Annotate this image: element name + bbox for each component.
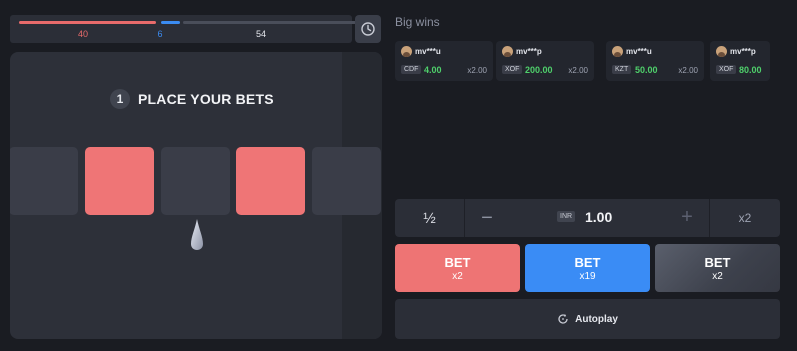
- bet-grey-button[interactable]: BET x2: [655, 244, 780, 292]
- big-win-card: mv***p XOF 80.00: [710, 41, 770, 81]
- big-win-card: mv***p XOF 200.00 x2.00: [496, 41, 594, 81]
- win-username: mv***u: [415, 47, 441, 56]
- win-amount: 4.00: [424, 65, 442, 75]
- round-stats-bar: 40 6 54: [10, 15, 356, 43]
- red-ratio-bar: [19, 21, 156, 24]
- grey-ratio-bar: [183, 21, 356, 24]
- win-username: mv***p: [516, 47, 542, 56]
- blue-ratio-bar: [161, 21, 180, 24]
- phase-indicator: 1 PLACE YOUR BETS: [110, 89, 274, 109]
- win-amount: 200.00: [525, 65, 553, 75]
- history-button[interactable]: [355, 15, 381, 43]
- win-currency: XOF: [502, 65, 523, 74]
- red-count: 40: [77, 29, 89, 39]
- big-win-card: mv***u KZT 50.00 x2.00: [606, 41, 704, 81]
- tile-red: [236, 147, 305, 215]
- bet-button-multiplier: x19: [579, 270, 596, 282]
- win-currency: KZT: [612, 65, 632, 74]
- big-wins-title: Big wins: [395, 15, 440, 29]
- autoplay-label: Autoplay: [575, 313, 618, 325]
- avatar: [401, 46, 412, 57]
- win-username: mv***p: [730, 47, 756, 56]
- phase-number: 1: [110, 89, 130, 109]
- win-multiplier: x2.00: [568, 66, 588, 75]
- avatar: [612, 46, 623, 57]
- pointer-icon: [191, 219, 203, 250]
- game-board: 1 PLACE YOUR BETS: [10, 52, 382, 339]
- win-currency: CDF: [401, 65, 422, 74]
- double-bet-button[interactable]: x2: [709, 199, 780, 237]
- tile-grey: [10, 147, 78, 215]
- autoplay-icon: [558, 314, 568, 324]
- win-username: mv***u: [626, 47, 652, 56]
- bet-blue-button[interactable]: BET x19: [525, 244, 650, 292]
- big-win-card: mv***u CDF 4.00 x2.00: [395, 41, 493, 81]
- grey-count: 54: [255, 29, 267, 39]
- blue-count: 6: [157, 29, 163, 39]
- decrease-bet-button[interactable]: −: [477, 207, 497, 229]
- clock-icon: [361, 22, 375, 36]
- bet-button-label: BET: [574, 254, 601, 270]
- avatar: [502, 46, 513, 57]
- currency-badge: INR: [557, 211, 576, 222]
- bet-button-label: BET: [444, 254, 471, 270]
- bet-button-multiplier: x2: [452, 270, 463, 282]
- bet-red-button[interactable]: BET x2: [395, 244, 520, 292]
- win-multiplier: x2.00: [467, 66, 487, 75]
- win-multiplier: x2.00: [678, 66, 698, 75]
- win-currency: XOF: [716, 65, 737, 74]
- autoplay-button[interactable]: Autoplay: [395, 299, 780, 339]
- win-amount: 50.00: [635, 65, 658, 75]
- tile-red: [85, 147, 154, 215]
- bet-button-label: BET: [704, 254, 731, 270]
- win-amount: 80.00: [739, 65, 762, 75]
- bet-amount-control: ½ − INR 1.00 + x2: [395, 199, 780, 237]
- bet-amount-input[interactable]: 1.00: [585, 209, 612, 225]
- increase-bet-button[interactable]: +: [677, 206, 697, 228]
- phase-label: PLACE YOUR BETS: [138, 91, 274, 107]
- avatar: [716, 46, 727, 57]
- tile-grey: [312, 147, 381, 215]
- half-bet-button[interactable]: ½: [395, 199, 465, 237]
- tile-grey: [161, 147, 230, 215]
- bet-button-multiplier: x2: [712, 270, 723, 282]
